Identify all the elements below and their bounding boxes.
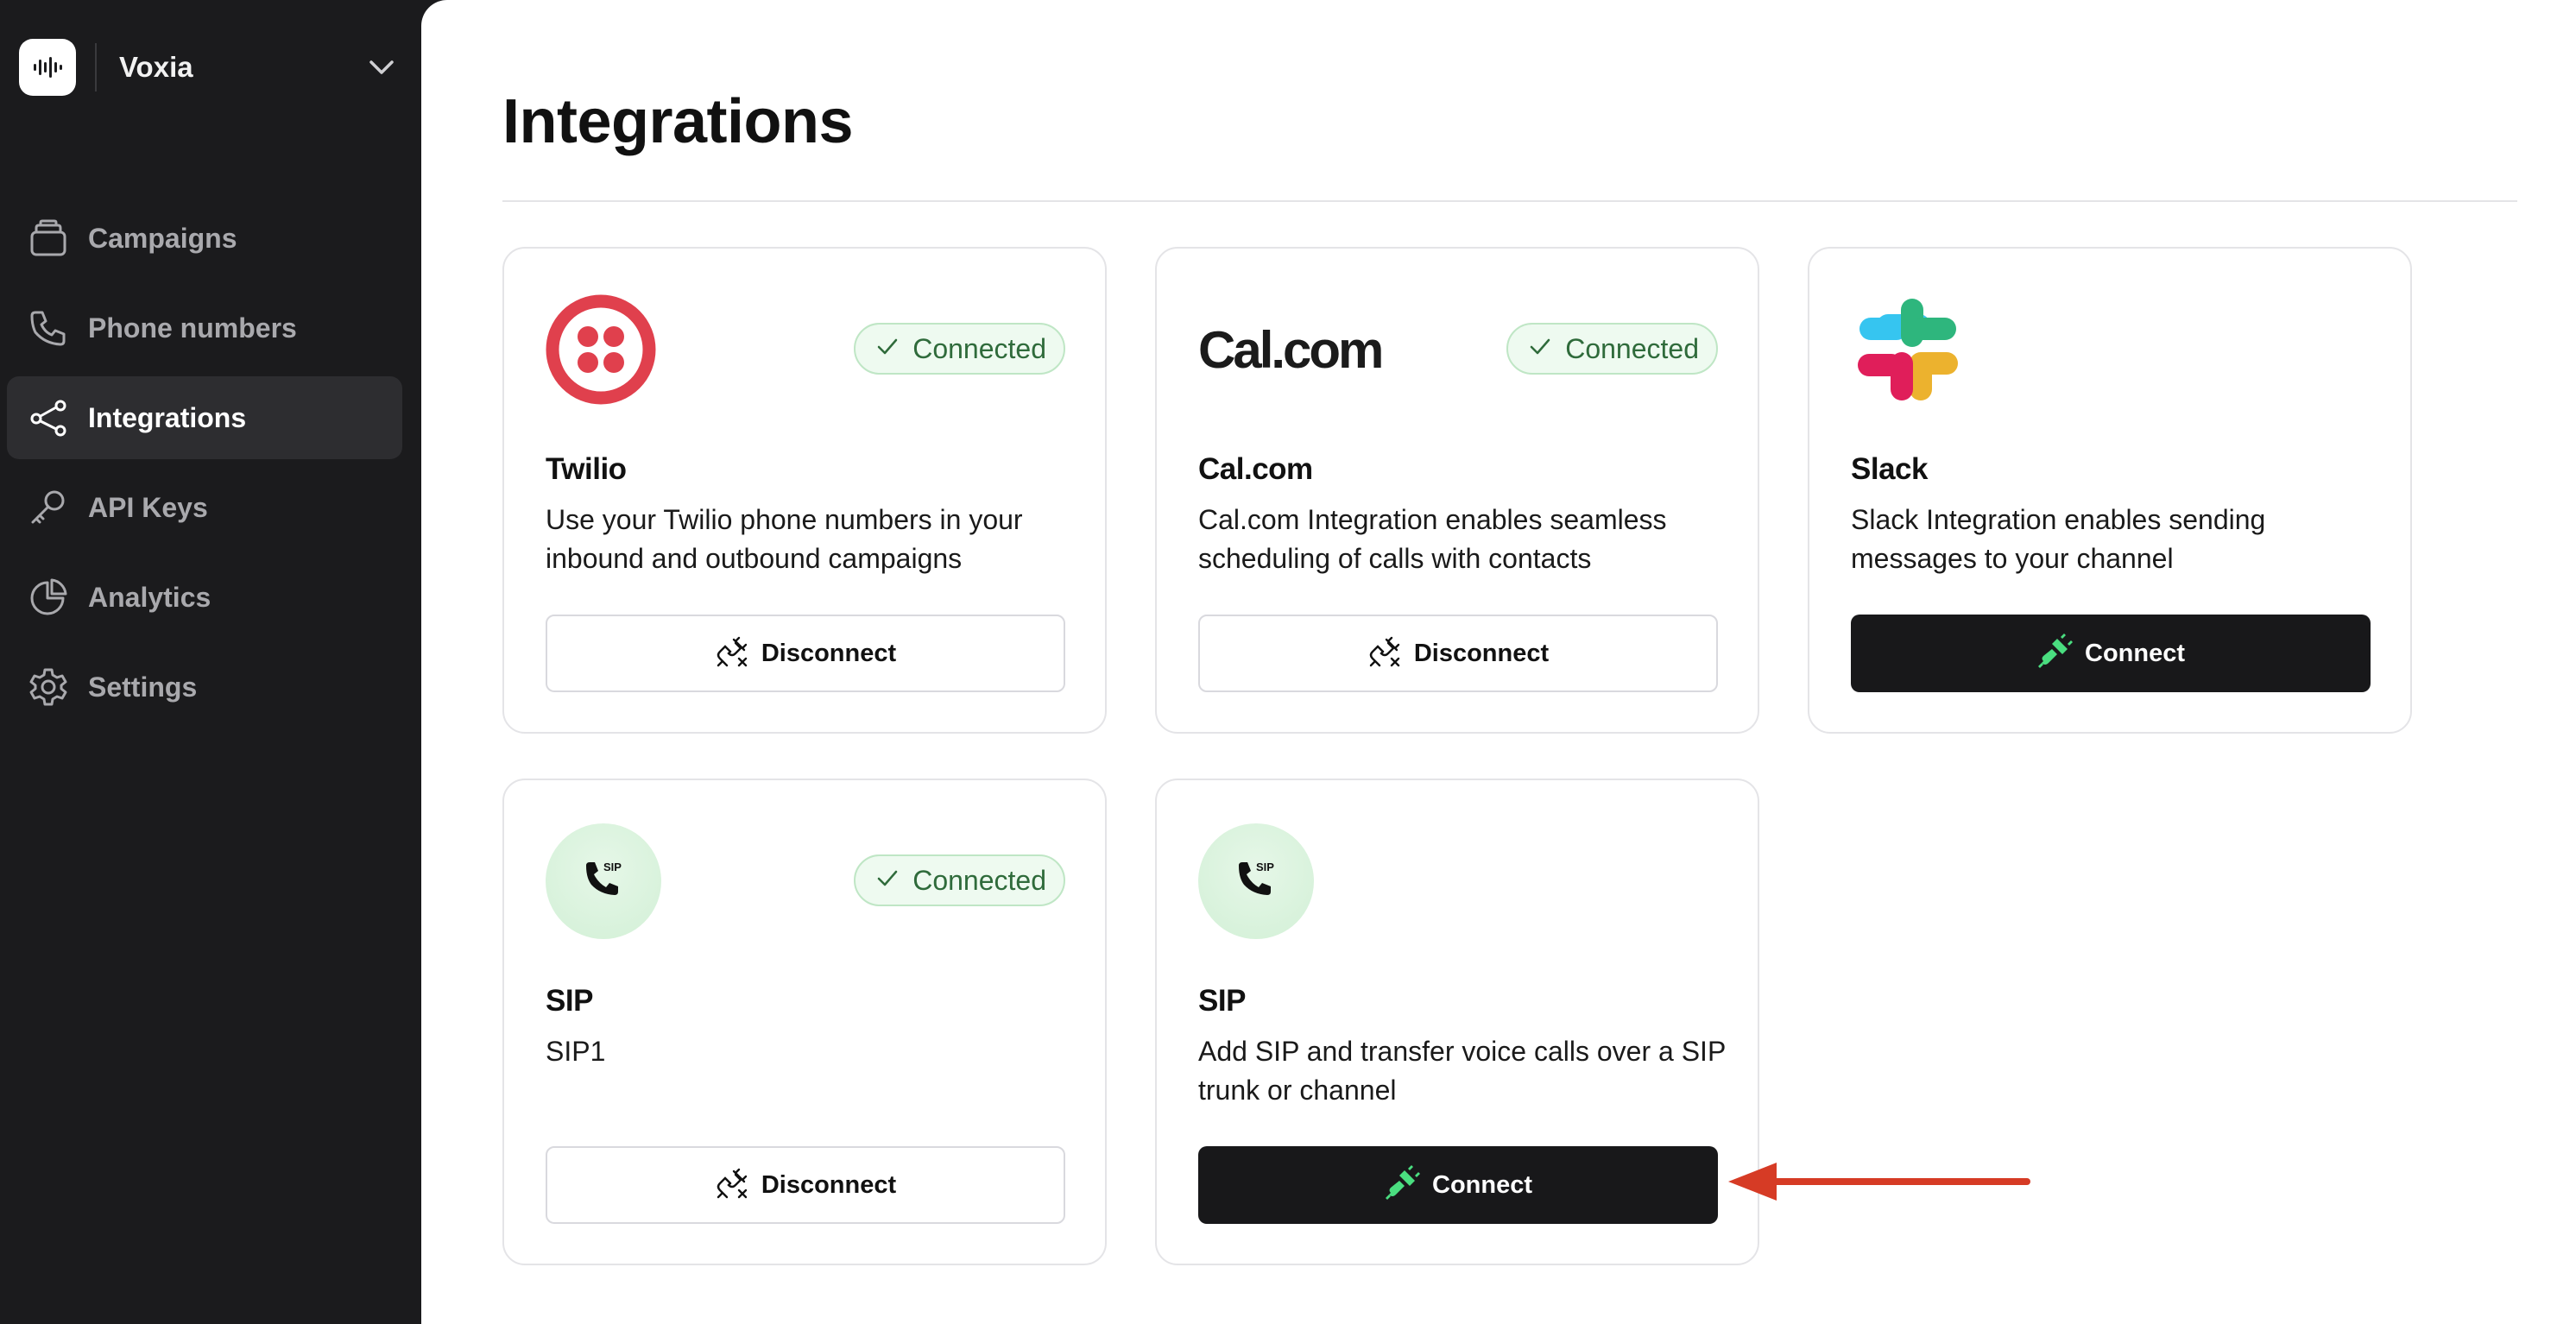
key-icon bbox=[28, 487, 69, 528]
connect-button-label: Connect bbox=[1432, 1170, 1532, 1199]
disconnect-button-label: Disconnect bbox=[761, 1170, 897, 1199]
integration-card-slack: Slack Slack Integration enables sending … bbox=[1808, 247, 2412, 734]
card-description: Use your Twilio phone numbers in your in… bbox=[546, 504, 1023, 574]
workspace-switcher[interactable]: Voxia bbox=[19, 38, 399, 97]
title-divider bbox=[502, 200, 2517, 202]
waveform-icon bbox=[19, 39, 76, 96]
checkmark-icon bbox=[874, 866, 900, 896]
sidebar-item-label: Analytics bbox=[88, 581, 212, 613]
sidebar-item-label: API Keys bbox=[88, 491, 208, 523]
sidebar-item-phone-numbers[interactable]: Phone numbers bbox=[7, 287, 402, 369]
sidebar-item-label: Phone numbers bbox=[88, 312, 297, 344]
stack-icon bbox=[28, 218, 69, 259]
calcom-logo-text: Cal.com bbox=[1198, 320, 1384, 379]
plug-disconnect-icon bbox=[715, 634, 749, 673]
disconnect-button-label: Disconnect bbox=[1413, 639, 1550, 667]
chevron-down-icon[interactable] bbox=[364, 50, 399, 89]
status-badge: Connected bbox=[854, 854, 1065, 906]
svg-text:SIP: SIP bbox=[603, 861, 622, 873]
disconnect-button-label: Disconnect bbox=[761, 639, 897, 667]
sidebar-item-label: Settings bbox=[88, 671, 198, 703]
twilio-logo bbox=[546, 292, 661, 407]
calcom-logo: Cal.com bbox=[1198, 292, 1384, 407]
gear-icon bbox=[28, 666, 69, 708]
slack-logo bbox=[1851, 292, 1967, 407]
main-panel: Integrations Connected Twilio Use your T… bbox=[421, 0, 2576, 1324]
connect-button-label: Connect bbox=[2085, 639, 2185, 667]
card-description: Cal.com Integration enables seamless sch… bbox=[1198, 504, 1667, 574]
sidebar-item-campaigns[interactable]: Campaigns bbox=[7, 197, 402, 280]
card-title: SIP bbox=[546, 984, 593, 1018]
card-title: Twilio bbox=[546, 452, 627, 486]
card-description: SIP1 bbox=[546, 1036, 606, 1067]
connect-button[interactable]: Connect bbox=[1851, 615, 2371, 692]
status-badge-label: Connected bbox=[912, 332, 1046, 364]
checkmark-icon bbox=[874, 334, 900, 364]
status-badge-label: Connected bbox=[912, 864, 1046, 896]
connect-button[interactable]: Connect bbox=[1198, 1146, 1718, 1224]
share-nodes-icon bbox=[28, 397, 69, 438]
plug-disconnect-icon bbox=[715, 1166, 749, 1205]
plug-connect-icon bbox=[2036, 633, 2073, 674]
status-badge: Connected bbox=[854, 323, 1065, 375]
sidebar-item-integrations[interactable]: Integrations bbox=[7, 376, 402, 459]
plug-disconnect-icon bbox=[1367, 634, 1402, 673]
sip-phone-icon: SIP bbox=[1198, 823, 1314, 939]
sidebar-nav: Campaigns Phone numbers Integrations API… bbox=[7, 197, 402, 735]
workspace-divider bbox=[95, 43, 97, 91]
checkmark-icon bbox=[1527, 334, 1553, 364]
integration-card-calcom: Cal.com Connected Cal.com Cal.com Integr… bbox=[1155, 247, 1759, 734]
sidebar: Voxia Campaigns Phone numbers Integratio… bbox=[0, 0, 425, 1324]
sidebar-item-settings[interactable]: Settings bbox=[7, 646, 402, 728]
integration-card-twilio: Connected Twilio Use your Twilio phone n… bbox=[502, 247, 1107, 734]
sidebar-item-api-keys[interactable]: API Keys bbox=[7, 466, 402, 549]
sip-phone-icon: SIP bbox=[546, 823, 661, 939]
sidebar-item-label: Campaigns bbox=[88, 222, 237, 254]
disconnect-button[interactable]: Disconnect bbox=[546, 1146, 1065, 1224]
card-title: Cal.com bbox=[1198, 452, 1313, 486]
plug-connect-icon bbox=[1384, 1164, 1420, 1206]
card-title: SIP bbox=[1198, 984, 1246, 1018]
status-badge-label: Connected bbox=[1565, 332, 1699, 364]
workspace-name: Voxia bbox=[119, 51, 193, 83]
page-title: Integrations bbox=[502, 87, 854, 156]
disconnect-button[interactable]: Disconnect bbox=[1198, 615, 1718, 692]
integration-card-sip-connected: SIP Connected SIP SIP1 Disconnect bbox=[502, 779, 1107, 1265]
card-title: Slack bbox=[1851, 452, 1928, 486]
integration-card-sip-new: SIP SIP Add SIP and transfer voice calls… bbox=[1155, 779, 1759, 1265]
svg-text:SIP: SIP bbox=[1256, 861, 1274, 873]
card-description: Add SIP and transfer voice calls over a … bbox=[1198, 1036, 1726, 1106]
phone-icon bbox=[28, 307, 69, 349]
card-description: Slack Integration enables sending messag… bbox=[1851, 504, 2266, 574]
sidebar-item-analytics[interactable]: Analytics bbox=[7, 556, 402, 639]
disconnect-button[interactable]: Disconnect bbox=[546, 615, 1065, 692]
pie-chart-icon bbox=[28, 577, 69, 618]
sidebar-item-label: Integrations bbox=[88, 401, 247, 433]
annotation-arrow-icon bbox=[1728, 1163, 2030, 1201]
status-badge: Connected bbox=[1506, 323, 1718, 375]
